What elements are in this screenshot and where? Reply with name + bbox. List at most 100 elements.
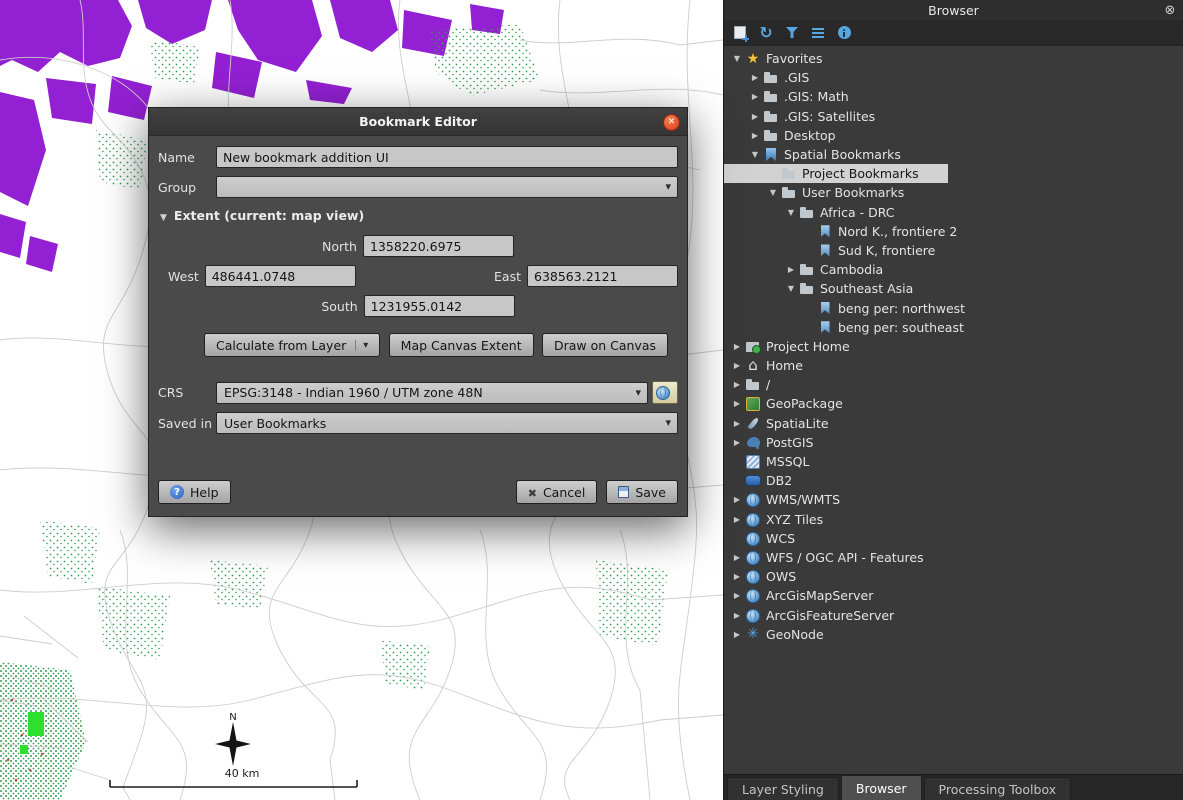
tree-item-sud-k-frontiere[interactable]: Sud K, frontiere (724, 241, 1183, 260)
chevron-down-icon[interactable] (747, 150, 763, 159)
tree-item-label: .GIS (783, 70, 809, 85)
cancel-button[interactable]: Cancel (516, 480, 598, 504)
tree-item-root[interactable]: / (724, 375, 1183, 394)
tree-item-gis-satellites[interactable]: .GIS: Satellites (724, 107, 1183, 126)
tree-item-xyz-tiles[interactable]: XYZ Tiles (724, 510, 1183, 529)
help-icon (170, 485, 184, 499)
close-panel-icon[interactable] (1162, 2, 1178, 18)
spatialite-icon (745, 416, 761, 431)
folder-icon (763, 109, 779, 124)
tree-item-arcgisfeatureserver[interactable]: ArcGisFeatureServer (724, 605, 1183, 624)
chevron-right-icon[interactable] (747, 112, 763, 121)
tree-item-gis[interactable]: .GIS (724, 68, 1183, 87)
tree-item-mssql[interactable]: MSSQL (724, 452, 1183, 471)
tree-item-geopackage[interactable]: GeoPackage (724, 394, 1183, 413)
collapse-all-button[interactable] (807, 22, 829, 44)
chevron-right-icon[interactable] (729, 342, 745, 351)
tree-item-postgis[interactable]: PostGIS (724, 433, 1183, 452)
chevron-right-icon[interactable] (729, 495, 745, 504)
tree-item-gis-math[interactable]: .GIS: Math (724, 87, 1183, 106)
saved-in-label: Saved in (158, 416, 216, 431)
tree-item-home[interactable]: Home (724, 356, 1183, 375)
add-layers-button[interactable] (729, 22, 751, 44)
collapse-all-icon (812, 28, 824, 38)
tree-item-beng-per-northwest[interactable]: beng per: northwest (724, 298, 1183, 317)
close-button[interactable] (663, 114, 680, 131)
tree-item-wms-wmts[interactable]: WMS/WMTS (724, 490, 1183, 509)
tree-item-label: Southeast Asia (819, 281, 913, 296)
name-input[interactable] (216, 146, 678, 168)
chevron-right-icon[interactable] (729, 591, 745, 600)
save-button[interactable]: Save (606, 480, 678, 504)
south-input[interactable] (364, 295, 515, 317)
group-select[interactable] (216, 176, 678, 198)
chevron-right-icon[interactable] (729, 380, 745, 389)
chevron-right-icon[interactable] (747, 131, 763, 140)
wfs-icon (745, 550, 761, 565)
chevron-right-icon[interactable] (729, 572, 745, 581)
tree-item-southeast-asia[interactable]: Southeast Asia (724, 279, 1183, 298)
dialog-titlebar[interactable]: Bookmark Editor (149, 108, 687, 136)
map-canvas-extent-button[interactable]: Map Canvas Extent (389, 333, 534, 357)
chevron-right-icon[interactable] (729, 399, 745, 408)
filter-button[interactable] (781, 22, 803, 44)
chevron-down-icon[interactable] (729, 54, 745, 63)
chevron-right-icon[interactable] (729, 515, 745, 524)
chevron-right-icon[interactable] (729, 630, 745, 639)
chevron-right-icon[interactable] (729, 611, 745, 620)
tree-item-favorites[interactable]: Favorites (724, 49, 1183, 68)
tree-item-project-home[interactable]: Project Home (724, 337, 1183, 356)
chevron-down-icon[interactable] (765, 188, 781, 197)
extent-group-header[interactable]: Extent (current: map view) (160, 208, 678, 223)
chevron-right-icon[interactable] (729, 553, 745, 562)
east-input[interactable] (527, 265, 678, 287)
tree-item-africa-drc[interactable]: Africa - DRC (724, 203, 1183, 222)
tree-item-geonode[interactable]: GeoNode (724, 625, 1183, 644)
chevron-right-icon[interactable] (747, 73, 763, 82)
draw-on-canvas-button[interactable]: Draw on Canvas (542, 333, 668, 357)
tree-item-wcs[interactable]: WCS (724, 529, 1183, 548)
browser-panel-title: Browser (928, 3, 979, 18)
tab-processing-toolbox[interactable]: Processing Toolbox (924, 777, 1072, 800)
calculate-from-layer-button[interactable]: Calculate from Layer (204, 333, 380, 357)
tree-item-project-bookmarks[interactable]: Project Bookmarks (724, 164, 1183, 183)
tab-browser[interactable]: Browser (841, 775, 922, 800)
folder-icon (799, 281, 815, 296)
tree-item-ows[interactable]: OWS (724, 567, 1183, 586)
chevron-right-icon[interactable] (747, 92, 763, 101)
draw-on-canvas-label: Draw on Canvas (554, 338, 656, 353)
globe-icon (655, 385, 671, 400)
tab-layer-styling[interactable]: Layer Styling (727, 777, 839, 800)
chevron-right-icon[interactable] (783, 265, 799, 274)
tree-item-cambodia[interactable]: Cambodia (724, 260, 1183, 279)
tree-item-label: GeoNode (765, 627, 824, 642)
cancel-label: Cancel (543, 485, 585, 500)
ows-icon (745, 569, 761, 584)
tree-item-desktop[interactable]: Desktop (724, 126, 1183, 145)
west-input[interactable] (205, 265, 356, 287)
refresh-button[interactable] (755, 22, 777, 44)
crs-select[interactable]: EPSG:3148 - Indian 1960 / UTM zone 48N (216, 382, 648, 404)
tree-item-spatialite[interactable]: SpatiaLite (724, 414, 1183, 433)
tree-item-user-bookmarks[interactable]: User Bookmarks (724, 183, 1183, 202)
tree-item-arcgismapserver[interactable]: ArcGisMapServer (724, 586, 1183, 605)
tree-item-beng-per-southeast[interactable]: beng per: southeast (724, 318, 1183, 337)
chevron-down-icon[interactable] (783, 208, 799, 217)
chevron-right-icon[interactable] (729, 419, 745, 428)
tree-item-label: beng per: southeast (837, 320, 964, 335)
crs-picker-button[interactable] (652, 381, 678, 404)
tree-item-label: User Bookmarks (801, 185, 904, 200)
chevron-down-icon[interactable] (783, 284, 799, 293)
help-button[interactable]: Help (158, 480, 231, 504)
tree-item-db2[interactable]: DB2 (724, 471, 1183, 490)
north-input[interactable] (363, 235, 514, 257)
browser-panel-header[interactable]: Browser (724, 0, 1183, 20)
properties-button[interactable] (833, 22, 855, 44)
chevron-right-icon[interactable] (729, 438, 745, 447)
tree-item-nord-k-frontiere-2[interactable]: Nord K., frontiere 2 (724, 222, 1183, 241)
tree-item-label: ArcGisFeatureServer (765, 608, 894, 623)
chevron-right-icon[interactable] (729, 361, 745, 370)
tree-item-wfs-ogc-api-features[interactable]: WFS / OGC API - Features (724, 548, 1183, 567)
tree-item-spatial-bookmarks[interactable]: Spatial Bookmarks (724, 145, 1183, 164)
saved-in-select[interactable]: User Bookmarks (216, 412, 678, 434)
